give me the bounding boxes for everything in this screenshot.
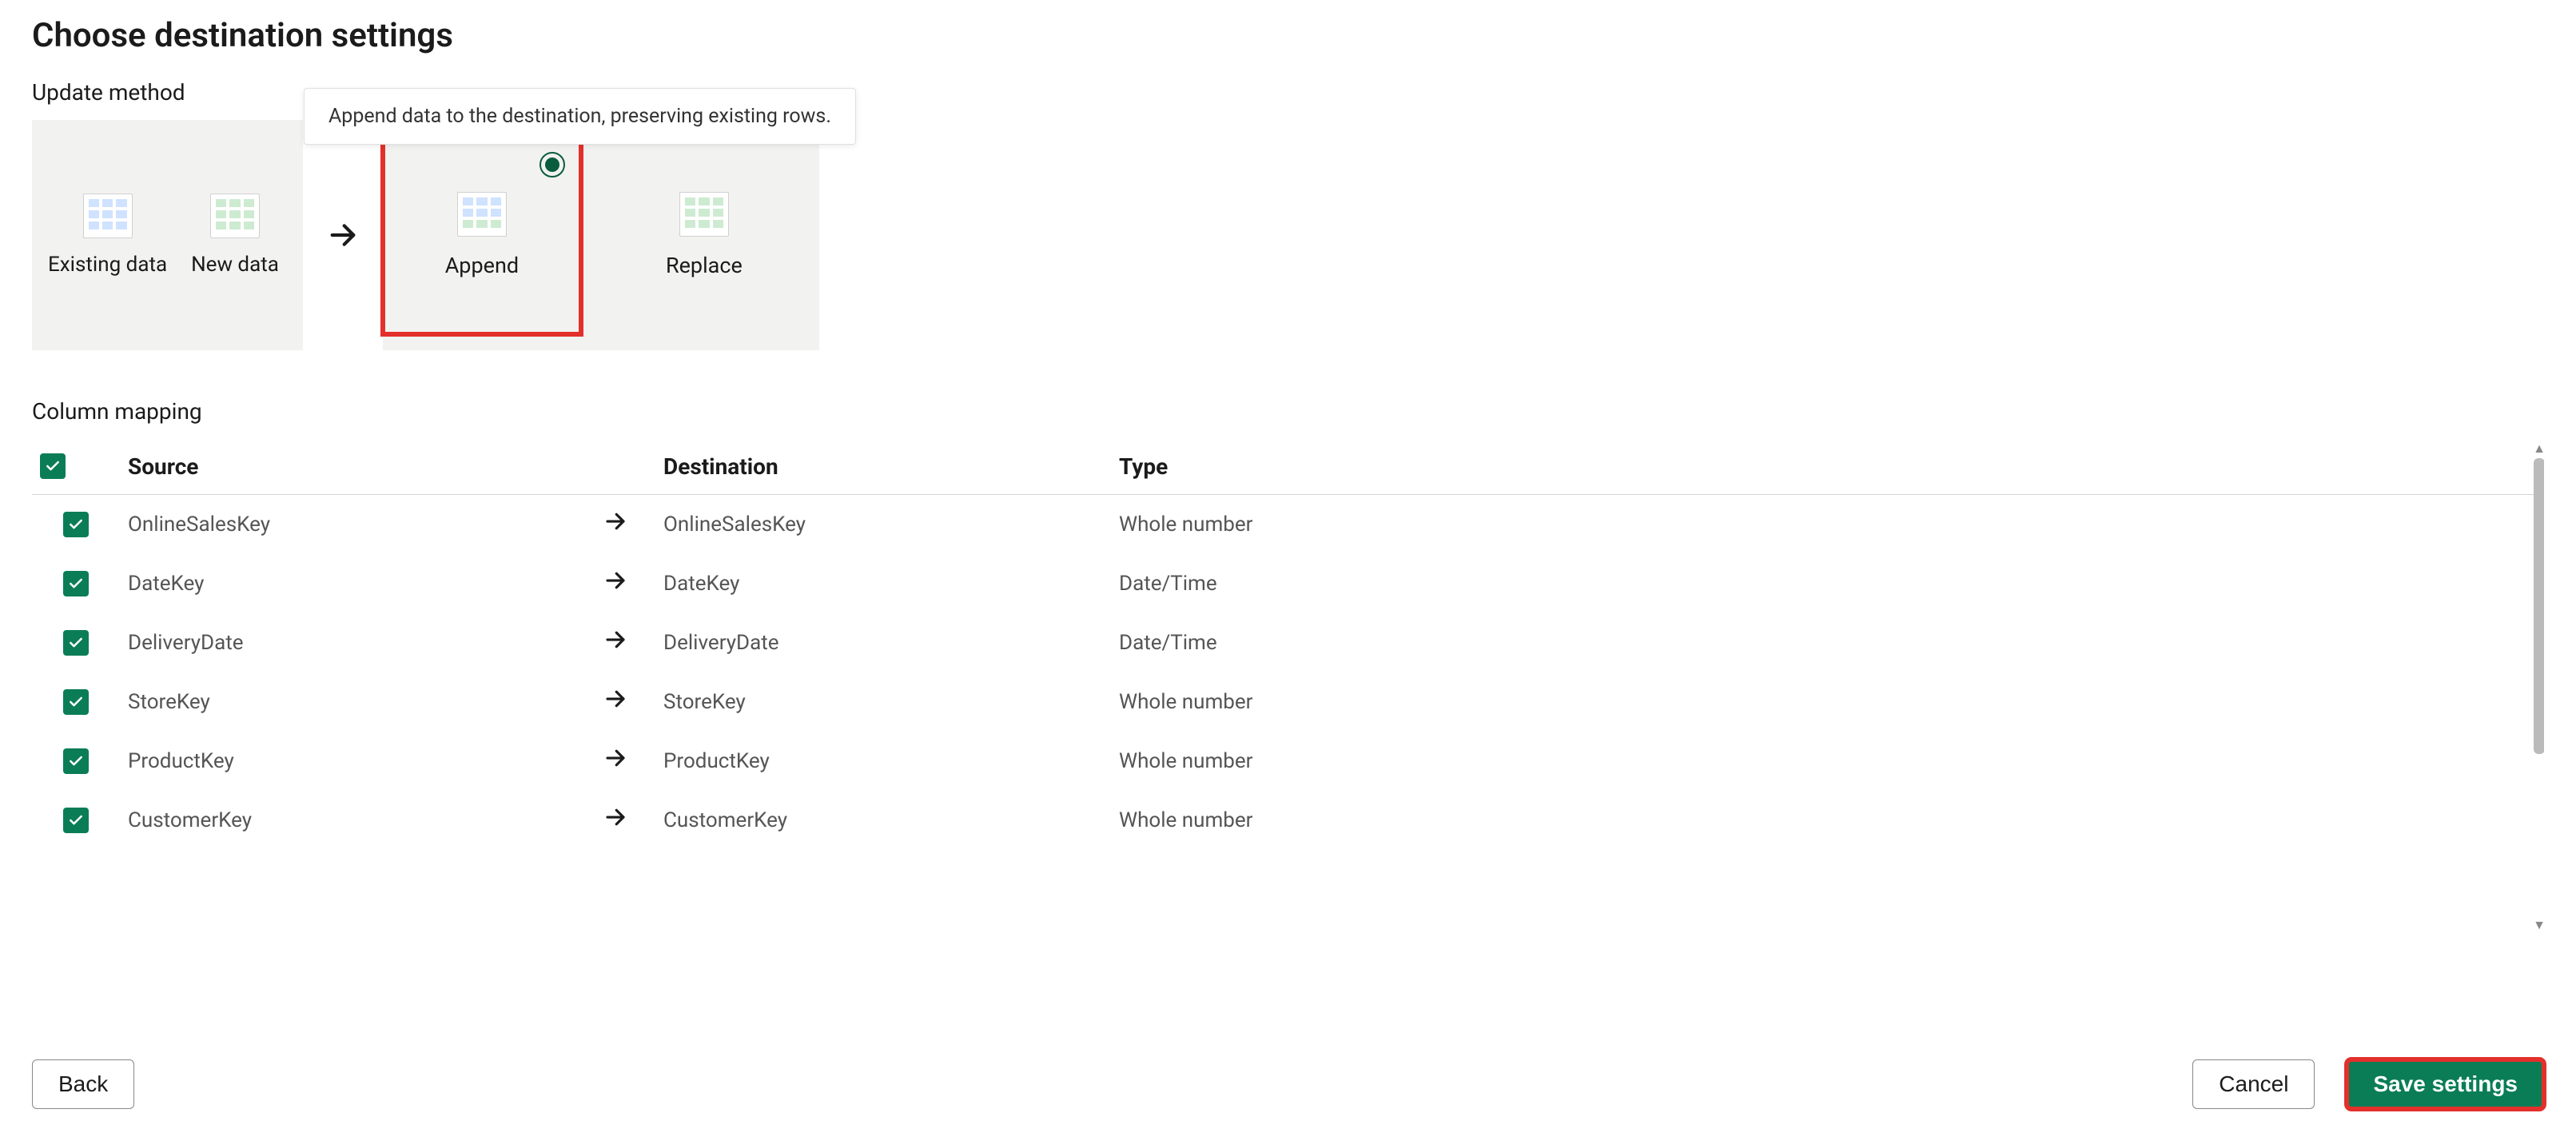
scroll-down-icon[interactable]: ▼ [2533,919,2544,932]
type-header: Type [1111,439,2544,495]
update-method-row: Existing data New data [32,120,2544,350]
source-cell: StoreKey [120,672,575,732]
append-option[interactable]: Append [383,136,581,334]
replace-icon [679,192,729,237]
row-checkbox[interactable] [63,808,89,833]
destination-cell: OnlineSalesKey [655,495,1111,555]
row-checkbox[interactable] [63,571,89,596]
append-icon [457,192,507,237]
column-mapping-table: Source Destination Type OnlineSalesKey On… [32,439,2544,850]
type-cell: Whole number [1111,495,2544,555]
arrow-right-icon [603,748,627,776]
existing-data-card: Existing data [48,193,167,277]
row-checkbox[interactable] [63,630,89,656]
new-data-card: New data [191,193,279,277]
existing-data-label: Existing data [48,253,167,277]
append-option-label: Append [445,253,519,278]
table-icon [210,193,260,238]
replace-option-label: Replace [666,253,743,278]
source-cell: DateKey [120,554,575,613]
destination-cell: ProductKey [655,732,1111,791]
destination-cell: DateKey [655,554,1111,613]
row-checkbox[interactable] [63,512,89,537]
table-row: ProductKeyProductKeyWhole number [32,732,2544,791]
arrow-right-icon [603,808,627,836]
arrow-right-icon [603,571,627,599]
existing-new-group: Existing data New data [32,120,303,350]
method-options: Append Replace [383,120,819,350]
destination-cell: StoreKey [655,672,1111,732]
arrow-right-icon [603,630,627,658]
select-all-checkbox[interactable] [40,453,66,479]
footer-bar: Back Cancel Save settings [32,1059,2544,1109]
column-mapping-label: Column mapping [32,398,2544,425]
destination-cell: CustomerKey [655,791,1111,850]
destination-header: Destination [655,439,1111,495]
type-cell: Whole number [1111,672,2544,732]
source-cell: OnlineSalesKey [120,495,575,555]
table-row: DateKeyDateKeyDate/Time [32,554,2544,613]
save-settings-button[interactable]: Save settings [2347,1059,2544,1109]
scroll-up-icon[interactable]: ▲ [2533,442,2544,455]
type-cell: Whole number [1111,791,2544,850]
table-icon [83,193,133,238]
type-cell: Whole number [1111,732,2544,791]
table-row: DeliveryDateDeliveryDateDate/Time [32,613,2544,672]
scrollbar[interactable]: ▲ ▼ [2531,442,2544,932]
table-row: StoreKeyStoreKeyWhole number [32,672,2544,732]
replace-option[interactable]: Replace [605,136,803,334]
arrow-right-icon [603,512,627,540]
scroll-thumb[interactable] [2534,458,2544,754]
new-data-label: New data [191,253,279,277]
cancel-button[interactable]: Cancel [2192,1059,2315,1109]
back-button[interactable]: Back [32,1059,134,1109]
table-row: OnlineSalesKeyOnlineSalesKeyWhole number [32,495,2544,555]
destination-cell: DeliveryDate [655,613,1111,672]
source-header: Source [120,439,575,495]
arrow-right-icon [603,689,627,717]
append-tooltip: Append data to the destination, preservi… [304,88,856,145]
row-checkbox[interactable] [63,689,89,715]
radio-selected-icon [539,152,565,178]
page-title: Choose destination settings [32,16,2544,55]
source-cell: CustomerKey [120,791,575,850]
type-cell: Date/Time [1111,554,2544,613]
type-cell: Date/Time [1111,613,2544,672]
source-cell: DeliveryDate [120,613,575,672]
row-checkbox[interactable] [63,748,89,774]
table-row: CustomerKeyCustomerKeyWhole number [32,791,2544,850]
source-cell: ProductKey [120,732,575,791]
arrow-right-icon [303,120,383,350]
